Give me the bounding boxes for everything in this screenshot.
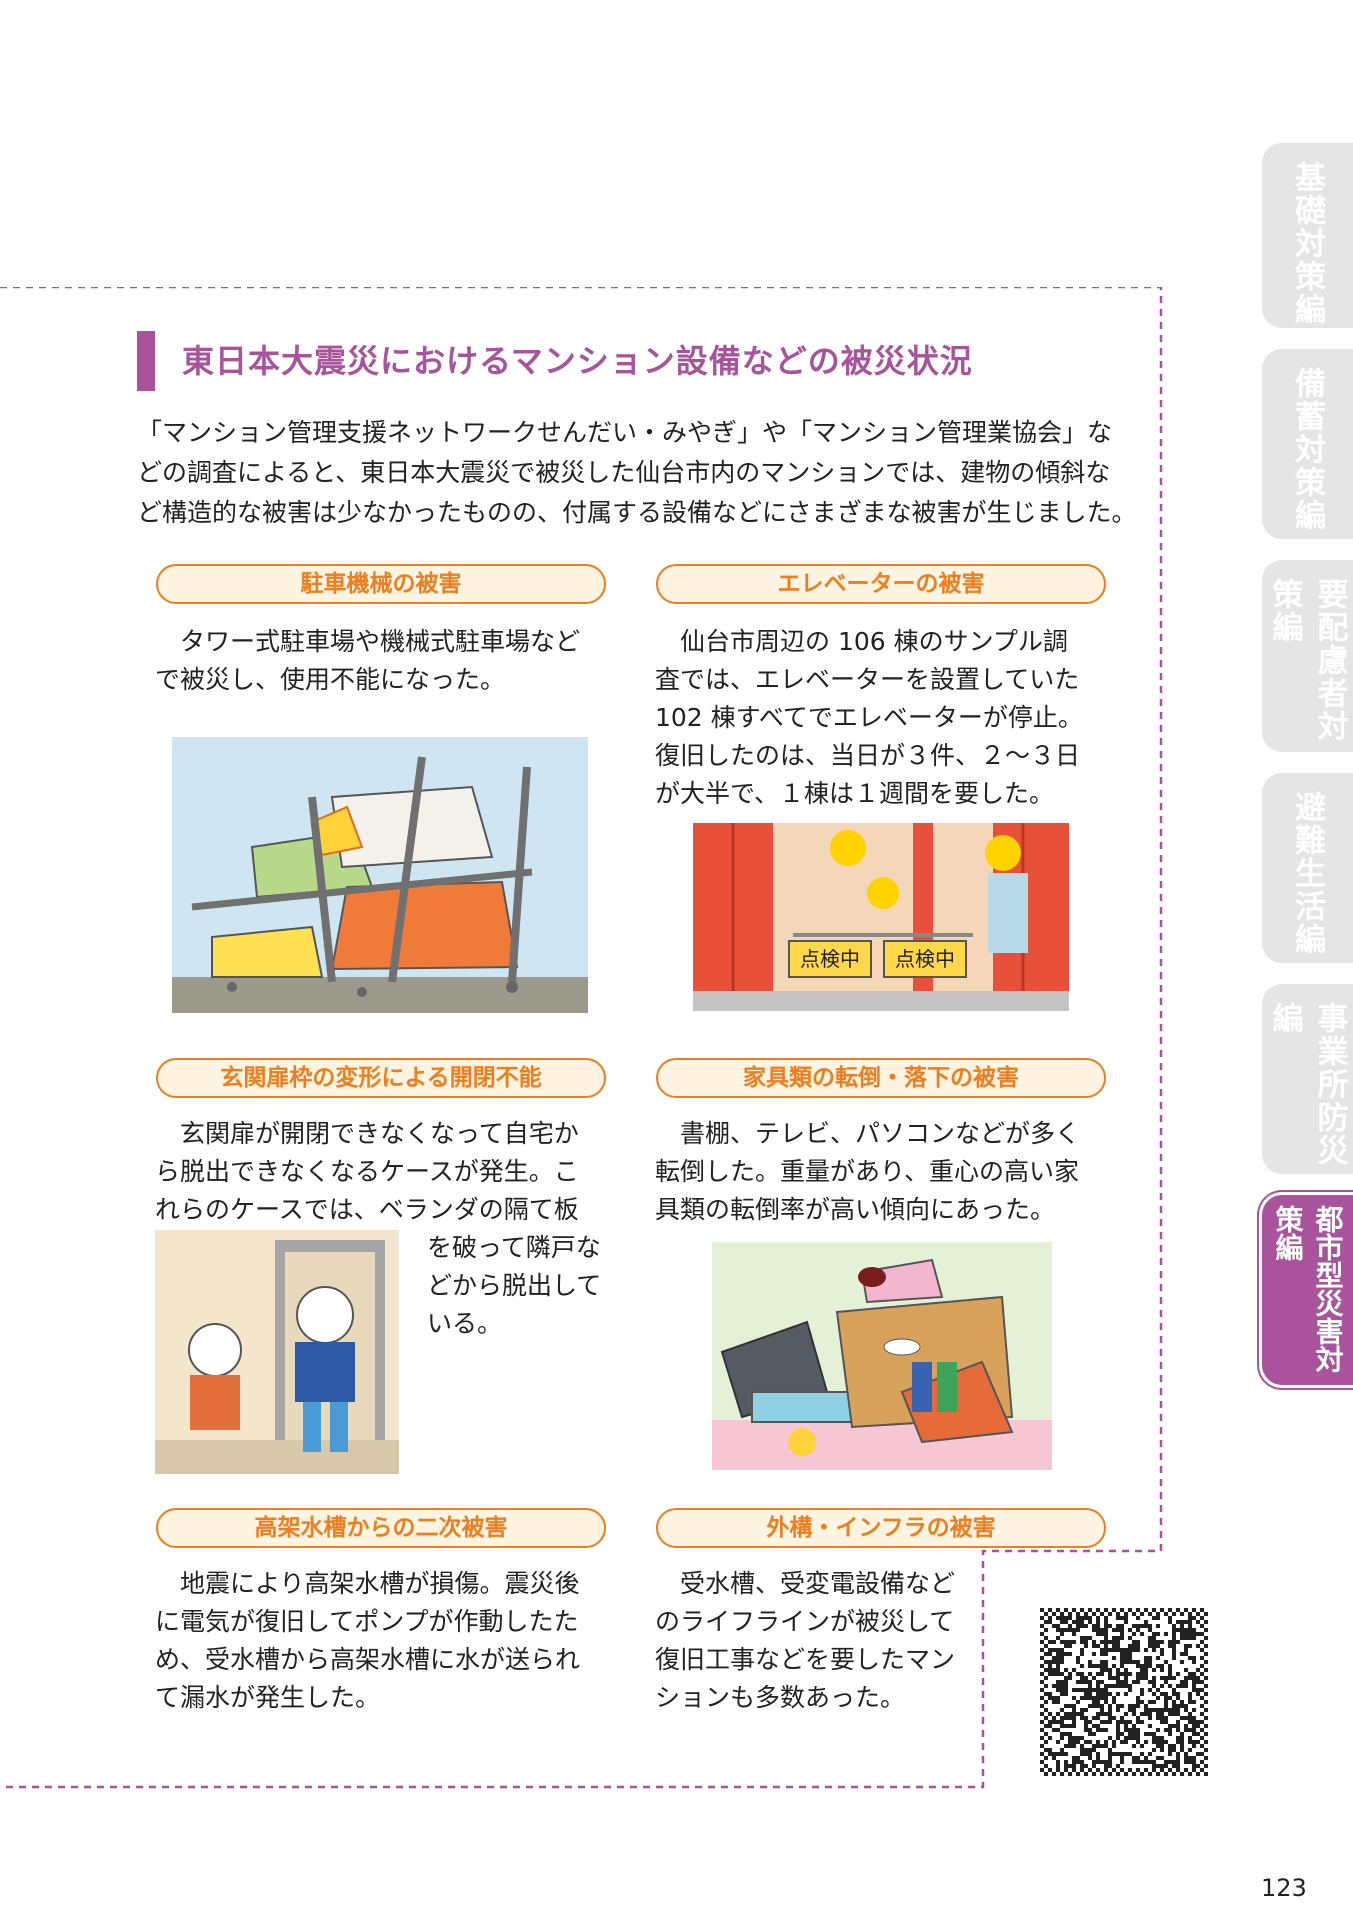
section-heading-bar (137, 331, 155, 391)
intro-line: ど構造的な被害は少なかったものの、付属する設備などにさまざまな被害が生じました。 (137, 498, 1137, 527)
body-line: め、受水槽から高架水槽に水が送られ (155, 1645, 581, 1674)
body-line: て漏水が発生した。 (155, 1683, 381, 1712)
section-title: 東日本大震災におけるマンション設備などの被災状況 (182, 342, 973, 380)
inspection-sign: 点検中 (788, 940, 872, 978)
item-body-furniture: 書棚、テレビ、パソコンなどが多く 転倒した。重量があり、重心の高い家 具類の転倒… (655, 1115, 1125, 1229)
body-line: で被災し、使用不能になった。 (155, 665, 506, 694)
body-line: 地震により高架水槽が損傷。震災後 (155, 1569, 580, 1598)
parking-collapse-illustration (172, 737, 588, 1013)
body-line: ら脱出できなくなるケースが発生。こ (155, 1157, 579, 1186)
item-title-elevator: エレベーターの被害 (656, 564, 1106, 604)
body-line: いる。 (427, 1309, 503, 1338)
inspection-sign: 点検中 (883, 940, 967, 978)
body-line: のライフラインが被災して (655, 1607, 955, 1636)
furniture-fall-illustration (712, 1242, 1052, 1470)
item-body-door: 玄関扉が開閉できなくなって自宅か ら脱出できなくなるケースが発生。こ れらのケー… (155, 1115, 615, 1229)
body-line: 復旧したのは、当日が３件、２～３日 (655, 741, 1081, 770)
body-line: 書棚、テレビ、パソコンなどが多く (655, 1119, 1081, 1148)
body-line: を破って隣戸な (427, 1233, 601, 1262)
item-title-door: 玄関扉枠の変形による開閉不能 (156, 1058, 606, 1098)
item-title-furniture: 家具類の転倒・落下の被害 (656, 1058, 1106, 1098)
item-title-parking: 駐車機械の被害 (156, 564, 606, 604)
item-body-infrastructure: 受水槽、受変電設備など のライフラインが被災して 復旧工事などを要したマン ショ… (655, 1565, 975, 1717)
item-body-parking: タワー式駐車場や機械式駐車場など で被災し、使用不能になった。 (155, 623, 615, 699)
body-line: が大半で、１棟は１週間を要した。 (655, 779, 1055, 808)
body-line: ションも多数あった。 (655, 1683, 906, 1712)
intro-line: 「マンション管理支援ネットワークせんだい・みやぎ」や「マンション管理業協会」な (137, 418, 1113, 447)
tab-evacuation-life[interactable]: 避難生活編 (1262, 773, 1353, 963)
intro-line: どの調査によると、東日本大震災で被災した仙台市内のマンションでは、建物の傾斜な (137, 458, 1111, 487)
body-line: 具類の転倒率が高い傾向にあった。 (655, 1195, 1056, 1224)
body-line: 復旧工事などを要したマン (655, 1645, 956, 1674)
item-body-water-tank: 地震により高架水槽が損傷。震災後 に電気が復旧してポンプが作動したた め、受水槽… (155, 1565, 615, 1717)
tab-basic-measures[interactable]: 基礎対策編 (1262, 143, 1353, 328)
item-title-infrastructure: 外構・インフラの被害 (656, 1508, 1106, 1548)
tab-business-disaster[interactable]: 事業所防災編 (1262, 984, 1353, 1174)
door-escape-illustration (155, 1230, 399, 1474)
page-number: 123 (1261, 1874, 1307, 1902)
body-line: 受水槽、受変電設備など (655, 1569, 956, 1598)
body-line: 査では、エレベーターを設置していた (655, 665, 1080, 694)
item-body-elevator: 仙台市周辺の 106 棟のサンプル調 査では、エレベーターを設置していた 102… (655, 623, 1125, 813)
item-body-door-side: を破って隣戸な どから脱出して いる。 (427, 1229, 627, 1343)
tab-stockpile-measures[interactable]: 備蓄対策編 (1262, 349, 1353, 539)
elevator-inspection-illustration: 点検中 点検中 (693, 823, 1069, 1011)
item-title-water-tank: 高架水槽からの二次被害 (156, 1508, 606, 1548)
body-line: どから脱出して (427, 1271, 602, 1300)
body-line: タワー式駐車場や機械式駐車場など (155, 627, 581, 656)
tab-urban-disaster[interactable]: 都市型災害対策編 (1262, 1195, 1353, 1385)
body-line: 仙台市周辺の 106 棟のサンプル調 (655, 627, 1068, 656)
qr-code[interactable] (1040, 1608, 1208, 1776)
body-line: れらのケースでは、ベランダの隔て板 (155, 1195, 579, 1224)
body-line: 玄関扉が開閉できなくなって自宅か (155, 1119, 579, 1148)
body-line: に電気が復旧してポンプが作動したた (155, 1607, 579, 1636)
intro-paragraph: 「マンション管理支援ネットワークせんだい・みやぎ」や「マンション管理業協会」な … (137, 413, 1137, 533)
tab-vulnerable-people[interactable]: 要配慮者対策編 (1262, 560, 1353, 752)
body-line: 102 棟すべてでエレベーターが停止。 (655, 703, 1083, 732)
body-line: 転倒した。重量があり、重心の高い家 (655, 1157, 1080, 1186)
